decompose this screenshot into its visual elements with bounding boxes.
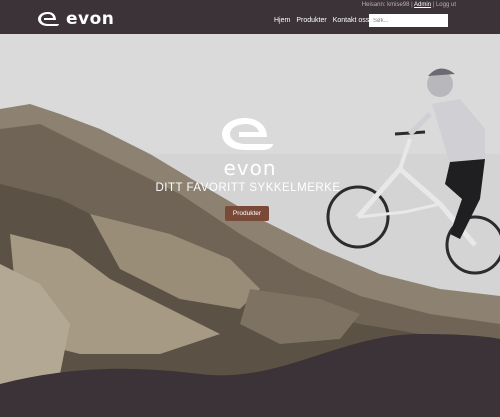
nav-link-contact[interactable]: Kontakt oss — [333, 16, 370, 26]
products-button[interactable]: Produkter — [225, 206, 269, 221]
evon-large-logo-icon — [222, 118, 273, 150]
search-input[interactable] — [369, 14, 448, 27]
brand-name: evon — [66, 9, 115, 29]
hero-brand-name: evon — [223, 156, 277, 180]
hero-tagline: DITT FAVORITT SYKKELMERKE — [155, 182, 341, 194]
nav-link-products[interactable]: Produkter — [296, 16, 326, 26]
hero-banner: evon DITT FAVORITT SYKKELMERKE Produkter — [0, 34, 500, 417]
greeting-text: Heisann: kmise98 | — [361, 2, 413, 8]
top-navbar: evon Heisann: kmise98 | Admin | Logg ut … — [0, 0, 500, 34]
hero-background-image — [0, 34, 500, 417]
nav-link-home[interactable]: Hjem — [274, 16, 290, 26]
main-nav: Hjem Produkter Kontakt oss — [274, 16, 369, 26]
separator: | — [432, 2, 435, 8]
evon-logo-icon — [38, 12, 59, 26]
brand-logo[interactable]: evon — [36, 9, 114, 29]
admin-link[interactable]: Admin — [414, 2, 431, 8]
user-strip: Heisann: kmise98 | Admin | Logg ut — [362, 2, 456, 8]
logout-link[interactable]: Logg ut — [436, 2, 456, 8]
